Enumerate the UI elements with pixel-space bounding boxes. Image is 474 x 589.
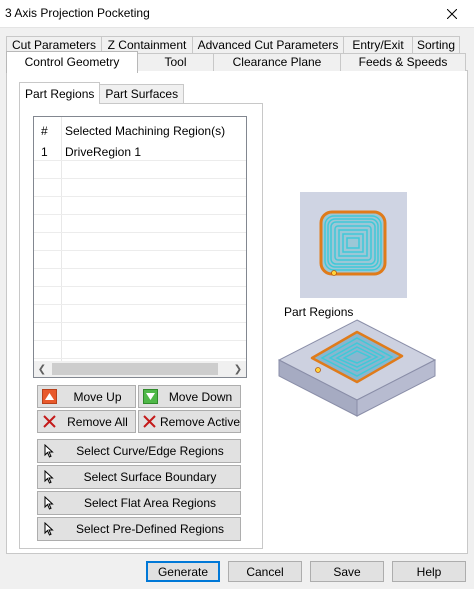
- subtab-part-regions[interactable]: Part Regions: [19, 82, 101, 104]
- close-icon: [447, 9, 457, 19]
- cancel-button[interactable]: Cancel: [228, 561, 302, 582]
- cursor-icon: [38, 496, 60, 510]
- tab-entry-exit[interactable]: Entry/Exit: [343, 36, 413, 54]
- empty-row: [34, 233, 246, 251]
- top-view-preview-image: [300, 192, 407, 298]
- select-curve-label: Select Curve/Edge Regions: [76, 444, 224, 458]
- isometric-preview-image: [278, 319, 437, 417]
- remove-active-label: Remove Active: [159, 414, 240, 429]
- tab-tool[interactable]: Tool: [137, 53, 214, 71]
- empty-row: [34, 341, 246, 359]
- tab-feeds-speeds[interactable]: Feeds & Speeds: [340, 53, 466, 71]
- tab-control-geometry[interactable]: Control Geometry: [6, 51, 138, 73]
- scroll-thumb[interactable]: [52, 363, 218, 375]
- cursor-icon: [38, 522, 60, 536]
- empty-row: [34, 323, 246, 341]
- empty-row: [34, 269, 246, 287]
- empty-row: [34, 179, 246, 197]
- help-button[interactable]: Help: [392, 561, 466, 582]
- move-down-button[interactable]: Move Down: [138, 385, 241, 408]
- select-pre-defined-regions-button[interactable]: Select Pre-Defined Regions: [37, 517, 241, 541]
- select-curve-edge-regions-button[interactable]: Select Curve/Edge Regions: [37, 439, 241, 463]
- remove-x-icon: [139, 415, 160, 428]
- cursor-icon: [38, 444, 60, 458]
- remove-all-label: Remove All: [67, 414, 128, 429]
- arrow-down-icon: [139, 389, 161, 404]
- row-number: 1: [41, 145, 48, 159]
- generate-button[interactable]: Generate: [146, 561, 220, 582]
- header-region: Selected Machining Region(s): [65, 124, 226, 138]
- remove-all-button[interactable]: Remove All: [37, 410, 136, 433]
- empty-row: [34, 197, 246, 215]
- subtab-row: Part Regions Part Surfaces: [19, 82, 185, 104]
- move-up-button[interactable]: Move Up: [37, 385, 136, 408]
- subtab-part-surfaces[interactable]: Part Surfaces: [99, 84, 185, 104]
- empty-row: [34, 161, 246, 179]
- horizontal-scrollbar[interactable]: ❮ ❯: [34, 361, 246, 377]
- remove-active-button[interactable]: Remove Active: [138, 410, 241, 433]
- remove-x-icon: [38, 415, 60, 428]
- empty-row: [34, 251, 246, 269]
- tab-sorting[interactable]: Sorting: [412, 36, 460, 54]
- tab-clearance-plane[interactable]: Clearance Plane: [213, 53, 341, 71]
- select-flat-label: Select Flat Area Regions: [83, 496, 217, 510]
- row-region-name: DriveRegion 1: [65, 145, 142, 159]
- move-up-label: Move Up: [73, 389, 122, 404]
- region-list[interactable]: # Selected Machining Region(s) 1 DriveRe…: [33, 116, 247, 378]
- select-flat-area-regions-button[interactable]: Select Flat Area Regions: [37, 491, 241, 515]
- cursor-icon: [38, 470, 60, 484]
- close-button[interactable]: [434, 2, 470, 26]
- window-title: 3 Axis Projection Pocketing: [5, 6, 150, 20]
- select-predefined-label: Select Pre-Defined Regions: [75, 522, 225, 536]
- list-item[interactable]: 1 DriveRegion 1: [34, 143, 246, 161]
- preview-part-regions-label: Part Regions: [284, 305, 354, 319]
- empty-row: [34, 305, 246, 323]
- move-down-label: Move Down: [168, 389, 233, 404]
- select-surface-boundary-button[interactable]: Select Surface Boundary: [37, 465, 241, 489]
- save-button[interactable]: Save: [310, 561, 384, 582]
- title-bar: 3 Axis Projection Pocketing: [0, 0, 474, 28]
- list-header: # Selected Machining Region(s): [34, 117, 246, 143]
- scroll-right-icon[interactable]: ❯: [230, 361, 246, 377]
- header-number: #: [41, 124, 48, 138]
- scroll-left-icon[interactable]: ❮: [34, 361, 50, 377]
- tab-row-2: Control Geometry Tool Clearance Plane Fe…: [6, 51, 466, 73]
- empty-row: [34, 287, 246, 305]
- empty-row: [34, 215, 246, 233]
- select-surface-label: Select Surface Boundary: [83, 470, 217, 484]
- tab-advanced-cut-parameters[interactable]: Advanced Cut Parameters: [192, 36, 344, 54]
- arrow-up-icon: [38, 389, 60, 404]
